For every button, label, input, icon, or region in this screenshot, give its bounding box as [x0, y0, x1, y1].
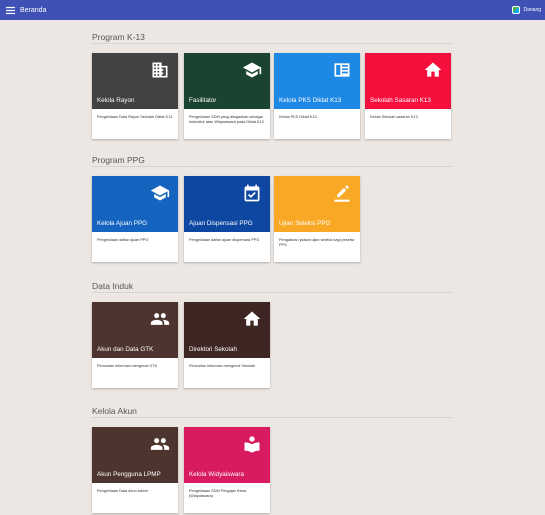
- card-title: Sekolah Sasaran K13: [370, 97, 431, 104]
- hamburger-icon: [5, 6, 15, 14]
- user-menu[interactable]: Danang: [512, 0, 541, 20]
- card-ujian-seleksi-ppg[interactable]: Ujian Seleksi PPG Pengaturan jadwal ujian…: [274, 176, 360, 262]
- section-title: Kelola Akun: [92, 404, 452, 418]
- card-description: Kelola PKS Diklat K13: [279, 115, 317, 119]
- card-description: Pencarian informasi mengenai Sekolah: [189, 364, 256, 368]
- card-kelola-rayon[interactable]: Kelola Rayon Pengelolaan Data Rayon Sekol…: [92, 53, 178, 139]
- card-header: Kelola PKS Diklat K13: [274, 53, 360, 109]
- card-sekolah-sasaran-k13[interactable]: Sekolah Sasaran K13 Kelola Sekolah sasara…: [365, 53, 451, 139]
- card-header: Akun dan Data GTK: [92, 302, 178, 358]
- card-header: Fasilitator: [184, 53, 270, 109]
- home-icon: [242, 309, 262, 329]
- user-name: Danang: [523, 7, 541, 13]
- graduation-cap-icon: [242, 60, 262, 80]
- section-kelola-akun: Kelola Akun Akun Pengguna LPMP Pengelolaan…: [92, 404, 452, 513]
- card-kelola-pks-diklat-k13[interactable]: Kelola PKS Diklat K13 Kelola PKS Diklat K…: [274, 53, 360, 139]
- card-header: Direktori Sekolah: [184, 302, 270, 358]
- card-direktori-sekolah[interactable]: Direktori Sekolah Pencarian informasi men…: [184, 302, 270, 388]
- card-title: Kelola PKS Diklat K13: [279, 97, 342, 104]
- card-header: Ujian Seleksi PPG: [274, 176, 360, 232]
- card-description: Pengelolaan Data Rayon Sekolah Diklat K1…: [97, 115, 173, 119]
- card-title: Akun Pengguna LPMP: [97, 471, 161, 478]
- card-title: Kelola Widyaiswara: [189, 471, 244, 478]
- home-icon: [423, 60, 443, 80]
- card-title: Kelola Rayon: [97, 97, 135, 104]
- page-title: Beranda: [20, 6, 47, 14]
- app-bar: Beranda Danang: [0, 0, 545, 20]
- card-kelola-widyaiswara[interactable]: Kelola Widyaiswara Pengelolaan SDM Pengaj…: [184, 427, 270, 513]
- card-title: Akun dan Data GTK: [97, 346, 154, 353]
- card-akun-dan-data-gtk[interactable]: Akun dan Data GTK Pencarian informasi men…: [92, 302, 178, 388]
- card-title: Ajuan Dispensasi PPG: [189, 220, 253, 227]
- card-description: Pengelolaan Data Akun Admin: [97, 489, 149, 493]
- card-description: Pengelolaan SDM yang ditugaskan sebagai …: [189, 115, 264, 124]
- card-title: Fasilitator: [189, 97, 217, 104]
- card-description: Pengelolaan daftar ajuan PPG: [97, 238, 149, 242]
- card-header: Kelola Ajuan PPG: [92, 176, 178, 232]
- card-fasilitator[interactable]: Fasilitator Pengelolaan SDM yang ditugask…: [184, 53, 270, 139]
- card-header: Kelola Rayon: [92, 53, 178, 109]
- people-icon: [150, 434, 170, 454]
- card-header: Sekolah Sasaran K13: [365, 53, 451, 109]
- card-title: Kelola Ajuan PPG: [97, 220, 148, 227]
- section-title: Data Induk: [92, 279, 452, 293]
- reader-icon: [242, 434, 262, 454]
- graduation-cap-icon: [150, 183, 170, 203]
- card-description: Kelola Sekolah sasaran K13: [370, 115, 418, 119]
- document-icon: [332, 60, 352, 80]
- card-description: Pencarian informasi mengenai GTK: [97, 364, 158, 368]
- card-description: Pengaturan jadwal ujian seleksi bagi pes…: [279, 238, 355, 247]
- people-icon: [150, 309, 170, 329]
- section-program-ppg: Program PPG Kelola Ajuan PPG Pengelolaan d…: [92, 153, 452, 262]
- section-program-k-13: Program K-13 Kelola Rayon Pengelolaan Data…: [92, 30, 452, 139]
- calendar-check-icon: [242, 183, 262, 203]
- avatar: [512, 6, 521, 14]
- card-akun-pengguna-lpmp[interactable]: Akun Pengguna LPMP Pengelolaan Data Akun …: [92, 427, 178, 513]
- card-title: Ujian Seleksi PPG: [279, 220, 331, 227]
- card-header: Kelola Widyaiswara: [184, 427, 270, 483]
- section-data-induk: Data Induk Akun dan Data GTK Pencarian inf…: [92, 279, 452, 388]
- section-title: Program PPG: [92, 153, 452, 167]
- card-title: Direktori Sekolah: [189, 346, 237, 353]
- card-description: Pengelolaan SDM Pengajar Kelas (Widyaisw…: [189, 489, 247, 498]
- card-kelola-ajuan-ppg[interactable]: Kelola Ajuan PPG Pengelolaan daftar ajuan…: [92, 176, 178, 262]
- card-description: Pengelolaan daftar ajuan dispensasi PPG: [189, 238, 260, 242]
- building-icon: [150, 60, 170, 80]
- pencil-icon: [332, 183, 352, 203]
- card-header: Ajuan Dispensasi PPG: [184, 176, 270, 232]
- section-title: Program K-13: [92, 30, 452, 44]
- menu-button[interactable]: [1, 0, 19, 20]
- card-ajuan-dispensasi-ppg[interactable]: Ajuan Dispensasi PPG Pengelolaan daftar a…: [184, 176, 270, 262]
- card-header: Akun Pengguna LPMP: [92, 427, 178, 483]
